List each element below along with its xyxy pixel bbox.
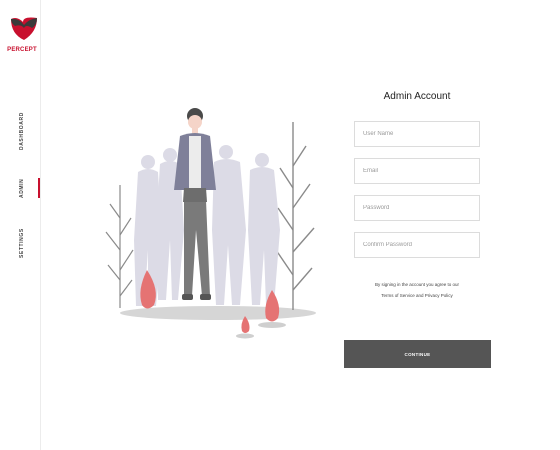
brand-name: PERCEPT	[7, 47, 37, 53]
sidebar-item-admin[interactable]: ADMIN	[19, 179, 25, 198]
confirm-password-input[interactable]	[354, 232, 480, 258]
team-people-illustration	[100, 100, 330, 350]
user-name-input[interactable]	[354, 121, 480, 147]
sidebar-item-settings[interactable]: SETTINGS	[19, 228, 25, 258]
terms-text: By signing in the account you agree to o…	[354, 279, 480, 301]
password-input[interactable]	[354, 195, 480, 221]
sidebar-item-dashboard[interactable]: DASHBOARD	[19, 112, 25, 150]
sidebar: PERCEPT DASHBOARD ADMIN SETTINGS	[0, 0, 41, 450]
page-title: Admin Account	[383, 91, 451, 102]
continue-button[interactable]: CONTINUE	[344, 340, 491, 368]
email-input[interactable]	[354, 158, 480, 184]
terms-privacy-link[interactable]: Terms of Service and Privacy Policy	[354, 290, 480, 301]
terms-line-1: By signing in the account you agree to o…	[374, 282, 460, 287]
percept-logo-icon[interactable]	[8, 16, 40, 42]
sidebar-active-indicator	[38, 178, 40, 198]
